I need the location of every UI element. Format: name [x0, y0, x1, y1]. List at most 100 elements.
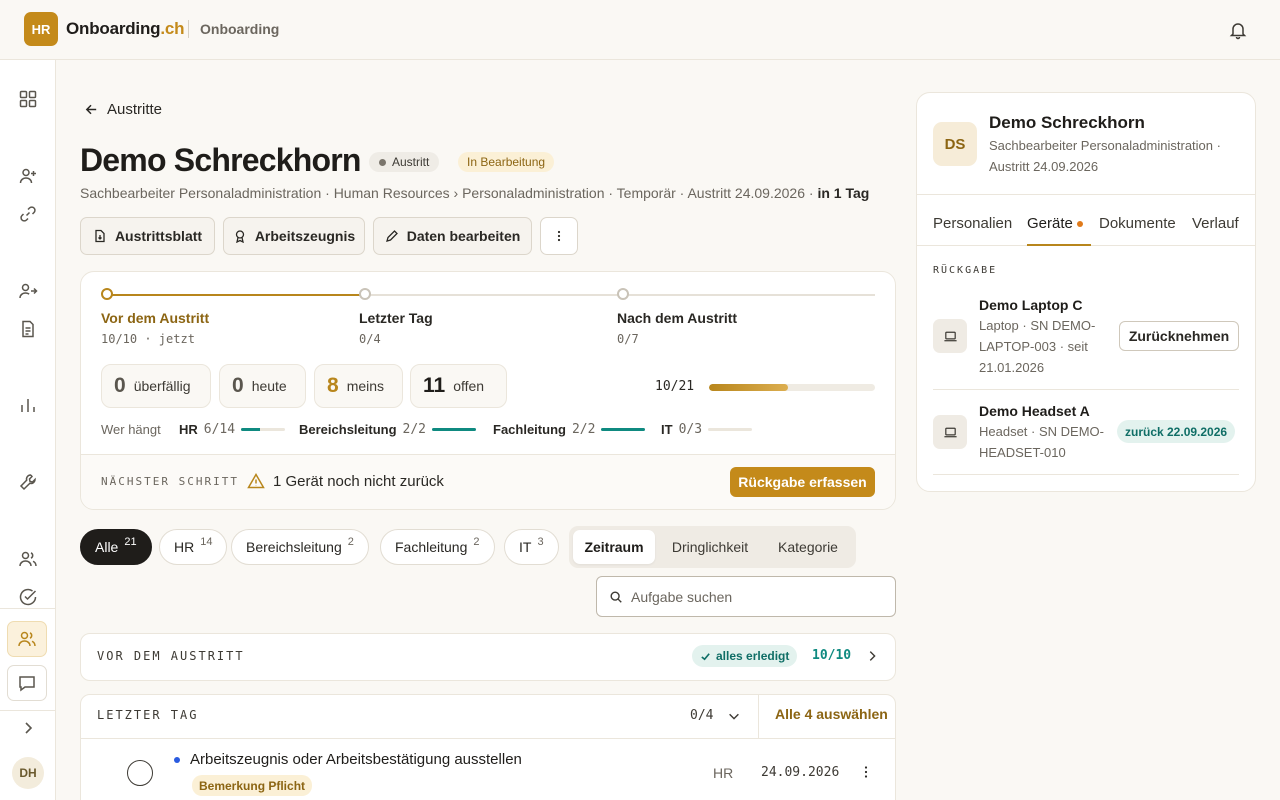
chat-icon	[19, 676, 35, 692]
phase-sub: 0/7	[617, 332, 639, 346]
tab-geraete[interactable]: Geräte	[1027, 215, 1083, 232]
segment-zeitraum[interactable]: Zeitraum	[573, 530, 655, 564]
expand-chevron-icon[interactable]	[17, 717, 39, 739]
pencil-icon	[385, 230, 398, 242]
headset-icon	[933, 415, 967, 449]
who-bereichsleitung[interactable]: Bereichsleitung 2/2	[299, 422, 477, 437]
search-icon	[610, 590, 622, 603]
more-actions-button[interactable]	[540, 217, 578, 255]
task-owner: HR	[713, 765, 734, 781]
who-name: Bereichsleitung	[299, 422, 397, 437]
stat-overdue[interactable]: 0 überfällig	[101, 364, 211, 408]
stat-open[interactable]: 11 offen	[410, 364, 507, 408]
add-user-icon[interactable]	[17, 165, 39, 187]
more-vertical-icon	[557, 230, 561, 242]
phase-node[interactable]	[617, 288, 629, 300]
austrittsblatt-button[interactable]: Austrittsblatt	[80, 217, 215, 255]
check-icon	[701, 652, 710, 660]
overall-progress-fill	[709, 384, 789, 391]
task-more-icon[interactable]	[859, 765, 873, 779]
progress-card: Vor dem Austritt 10/10 · jetzt Letzter T…	[80, 271, 896, 510]
all-done-badge: alles erledigt	[692, 645, 798, 667]
stat-mine[interactable]: 8 meins	[314, 364, 403, 408]
person-subline-text: Sachbearbeiter Personaladministration · …	[80, 185, 818, 201]
left-rail: DH	[0, 60, 56, 800]
filter-hr[interactable]: HR 14	[159, 529, 228, 565]
chevron-right-icon[interactable]	[865, 649, 879, 663]
wrench-icon[interactable]	[17, 471, 39, 493]
progress-badge: In Bearbeitung	[458, 152, 555, 172]
who-bar	[241, 428, 286, 431]
who-name: HR	[179, 422, 198, 437]
tab-dokumente[interactable]: Dokumente	[1099, 215, 1176, 232]
check-circle-icon[interactable]	[17, 586, 39, 608]
phase-track	[623, 294, 875, 296]
filter-label: Bereichsleitung	[246, 539, 342, 555]
section-last-day-header[interactable]	[81, 695, 895, 739]
phase-node-active[interactable]	[101, 288, 113, 300]
segment-dringlichkeit[interactable]: Dringlichkeit	[659, 530, 761, 564]
filter-fachleitung[interactable]: Fachleitung 2	[380, 529, 495, 565]
device-meta: Headset · SN DEMO-HEADSET-010	[979, 424, 1104, 460]
phase-label[interactable]: Vor dem Austritt	[101, 310, 209, 326]
stat-today[interactable]: 0 heute	[219, 364, 306, 408]
who-bar	[432, 428, 477, 431]
back-link[interactable]: Austritte	[84, 101, 162, 118]
filter-bereichsleitung[interactable]: Bereichsleitung 2	[231, 529, 369, 565]
edit-data-label: Daten bearbeiten	[406, 228, 521, 244]
person-side-panel: DS Demo Schreckhorn Sachbearbeiter Perso…	[916, 92, 1256, 492]
who-count: 0/3	[678, 422, 703, 437]
team-icon[interactable]	[17, 548, 39, 570]
tab-personalien[interactable]: Personalien	[933, 215, 1012, 232]
laptop-icon	[933, 319, 967, 353]
who-it[interactable]: IT 0/3	[661, 422, 753, 437]
filter-it[interactable]: IT 3	[504, 529, 559, 565]
who-bar-fill	[241, 428, 260, 431]
app-logo[interactable]: HR	[24, 12, 58, 46]
phase-label[interactable]: Nach dem Austritt	[617, 310, 737, 326]
tab-verlauf[interactable]: Verlauf	[1192, 215, 1239, 232]
brand-name[interactable]: Onboarding.ch	[66, 19, 184, 39]
dashboard-icon[interactable]	[17, 88, 39, 110]
task-search[interactable]	[596, 576, 896, 617]
people-nav-active[interactable]	[7, 621, 47, 657]
segment-kategorie[interactable]: Kategorie	[765, 530, 851, 564]
chat-button[interactable]	[7, 665, 47, 701]
filter-count: 21	[124, 536, 137, 548]
task-title[interactable]: Arbeitszeugnis oder Arbeitsbestätigung a…	[190, 751, 522, 768]
stat-label: meins	[346, 378, 385, 394]
select-all-link[interactable]: Alle 4 auswählen	[775, 706, 888, 722]
filter-all[interactable]: Alle 21	[80, 529, 152, 565]
document-icon[interactable]	[17, 318, 39, 340]
user-avatar[interactable]: DH	[12, 757, 44, 789]
who-bar	[601, 428, 646, 431]
chart-icon[interactable]	[17, 394, 39, 416]
panel-section-title: RÜCKGABE	[933, 265, 998, 276]
status-dot	[379, 158, 386, 166]
user-exit-icon[interactable]	[17, 280, 39, 302]
file-download-icon	[95, 229, 105, 243]
section-count: 10/10	[812, 648, 852, 663]
task-checkbox[interactable]	[127, 760, 153, 786]
chevron-down-icon[interactable]	[727, 709, 741, 723]
take-back-button[interactable]: Zurücknehmen	[1119, 321, 1239, 351]
search-input[interactable]	[631, 588, 871, 605]
edit-data-button[interactable]: Daten bearbeiten	[373, 217, 532, 255]
who-bar-fill	[601, 428, 646, 431]
next-step-text: 1 Gerät noch nicht zurück	[247, 472, 444, 490]
device-name: Demo Laptop C	[979, 297, 1083, 313]
next-step-label: NÄCHSTER SCHRITT	[101, 475, 239, 488]
who-fachleitung[interactable]: Fachleitung 2/2	[493, 422, 646, 437]
phase-node[interactable]	[359, 288, 371, 300]
phase-label[interactable]: Letzter Tag	[359, 310, 433, 326]
person-subline: Sachbearbeiter Personaladministration · …	[80, 185, 869, 201]
who-hr[interactable]: HR 6/14	[179, 422, 286, 437]
stat-label: offen	[453, 378, 485, 394]
link-icon[interactable]	[17, 203, 39, 225]
panel-person-subtitle: Sachbearbeiter Personaladministration · …	[989, 138, 1221, 174]
arbeitszeugnis-button[interactable]: Arbeitszeugnis	[223, 217, 365, 255]
device-divider	[933, 389, 1239, 390]
record-return-button[interactable]: Rückgabe erfassen	[730, 467, 875, 497]
bell-icon[interactable]	[1228, 20, 1248, 40]
device-divider	[933, 474, 1239, 475]
